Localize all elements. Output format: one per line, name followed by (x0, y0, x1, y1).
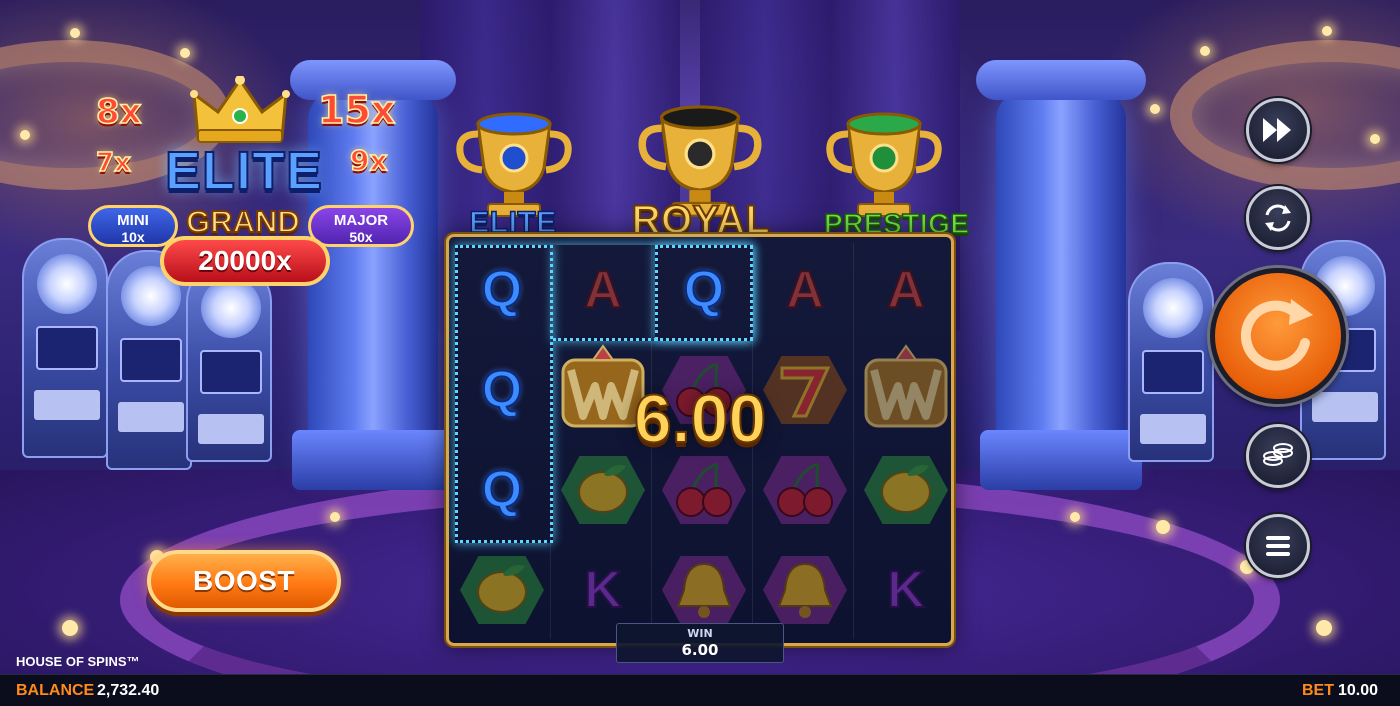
status-bar: BALANCE 2,732.40 BET 10.00 (0, 674, 1400, 706)
fast-forward-button[interactable] (1246, 98, 1310, 162)
bell-icon (777, 562, 833, 618)
win-display: WIN 6.00 (616, 623, 784, 663)
jackpot-major-value: 50x (349, 229, 373, 245)
pillar-base (292, 430, 454, 490)
menu-button[interactable] (1246, 514, 1310, 578)
bet-label[interactable]: BET (1302, 682, 1334, 700)
floor-light (1316, 620, 1332, 636)
floor-light (62, 620, 78, 636)
symbol-letter: A (785, 260, 825, 320)
symbol-letter: K (583, 560, 623, 620)
ceiling-light (1322, 26, 1332, 36)
pillar-right (996, 90, 1126, 470)
multiplier-8x: 8x (95, 91, 142, 133)
boost-button[interactable]: BOOST (147, 550, 341, 612)
cherries-icon (777, 462, 833, 517)
reel-symbol-lemon (452, 540, 552, 640)
lemon-icon (578, 465, 628, 513)
ceiling-light (70, 28, 80, 38)
trophy-elite-icon (456, 112, 572, 217)
bet-value[interactable]: 10.00 (1338, 682, 1378, 700)
ceiling-light (1150, 104, 1160, 114)
fast-forward-icon (1263, 118, 1291, 142)
trophy-prestige-icon (826, 112, 942, 217)
symbol-letter: A (886, 260, 926, 320)
reel-symbol-a: A (755, 240, 855, 340)
autoplay-icon (1265, 204, 1291, 232)
floor-light (1156, 520, 1170, 534)
jackpot-grand-value: 20000x (160, 236, 330, 286)
bell-icon (676, 562, 732, 618)
pillar-cap (976, 60, 1146, 100)
jackpot-grand-label: GRAND (185, 203, 301, 240)
jackpot-mini: MINI 10x (88, 205, 178, 247)
spin-arrow-icon (1240, 299, 1313, 371)
balance-label: BALANCE (16, 682, 95, 699)
jackpot-mini-label: MINI (117, 212, 149, 229)
reel-5: A K (856, 237, 956, 643)
multiplier-7x: 7x (95, 147, 131, 179)
bet-coins-button[interactable] (1246, 424, 1310, 488)
win-value: 6.00 (681, 641, 719, 659)
floor-light (1070, 512, 1080, 522)
floor-light (330, 512, 340, 522)
symbol-letter: K (886, 560, 926, 620)
lemon-icon (477, 565, 527, 613)
spin-button[interactable] (1210, 268, 1346, 404)
jackpot-mini-value: 10x (121, 229, 145, 245)
ceiling-light (1200, 46, 1210, 56)
win-highlight-frame (655, 245, 753, 341)
elite-logo-text: ELITE (164, 140, 323, 202)
ceiling-light (180, 48, 190, 58)
reel-symbol-a: A (856, 240, 956, 340)
background-slot-machine (22, 238, 108, 458)
balance-value: 2,732.40 (97, 682, 160, 699)
win-highlight-frame (455, 245, 553, 543)
ceiling-light (1370, 134, 1380, 144)
background-slot-machine (1128, 262, 1214, 462)
multiplier-9x: 9x (349, 143, 388, 178)
crown-icon (190, 76, 290, 143)
reel-symbol-k: K (856, 540, 956, 640)
pillar-base (980, 430, 1142, 490)
wild-crown-icon (864, 344, 948, 428)
hamburger-menu-icon (1266, 536, 1290, 556)
game-title: HOUSE OF SPINS™ (16, 654, 140, 669)
multiplier-15x: 15x (317, 87, 396, 133)
jackpot-major-label: MAJOR (333, 212, 389, 229)
win-label: WIN (687, 627, 713, 640)
reel-symbol-wild (856, 340, 956, 440)
win-amount-overlay: 6.00 (633, 380, 767, 458)
background-slot-machine (186, 262, 272, 462)
ceiling-light (20, 130, 30, 140)
autoplay-button[interactable] (1246, 186, 1310, 250)
reel-symbol-lemon (856, 440, 956, 540)
cherries-icon (676, 462, 732, 517)
coins-icon (1263, 443, 1293, 466)
jackpot-major: MAJOR 50x (308, 205, 414, 247)
lemon-icon (881, 465, 931, 513)
